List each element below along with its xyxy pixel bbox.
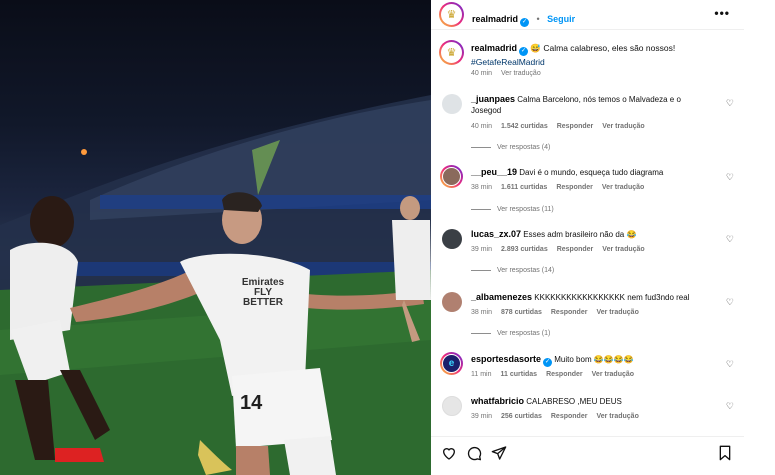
view-replies-button[interactable]: Ver respostas (1) [471,330,550,337]
hashtag-link[interactable]: #GetafeRealMadrid [471,57,545,67]
account-avatar[interactable]: ♛ [439,2,464,27]
comment-meta: 11 min 11 curtidas Responder Ver tradução [471,371,643,378]
caption-avatar[interactable]: ♛ [439,40,464,65]
view-replies-button[interactable]: Ver respostas (4) [471,144,550,151]
reply-button[interactable]: Responder [556,184,593,191]
follow-button[interactable]: Seguir [547,14,575,24]
comment-heart-icon[interactable]: ♡ [726,172,734,183]
comment-meta: 39 min 2.893 curtidas Responder Ver traduçã… [471,246,654,253]
comment-heart-icon[interactable]: ♡ [726,359,734,370]
separator-dot: • [536,14,540,24]
caption-message: Calma calabreso, eles são nossos! [543,43,676,53]
comment-text: Davi é o mundo, esqueça tudo diagrama [519,168,664,177]
caption-translate[interactable]: Ver tradução [501,70,541,77]
translate-button[interactable]: Ver tradução [596,413,638,420]
photo-illustration [0,95,431,475]
comment-likes[interactable]: 878 curtidas [501,309,542,316]
crest-icon: ♛ [446,9,457,21]
heart-icon[interactable] [441,445,457,461]
comment-heart-icon[interactable]: ♡ [726,234,734,245]
comment-meta: 38 min 878 curtidas Responder Ver tradução [471,309,648,316]
commenter-avatar[interactable] [442,229,462,249]
translate-button[interactable]: Ver tradução [592,371,634,378]
comment-likes[interactable]: 256 curtidas [501,413,542,420]
reply-button[interactable]: Responder [557,246,594,253]
jersey-number: 14 [240,392,263,414]
caption-text-block: realmadrid ✓ 😅 Calma calabreso, eles são … [471,42,731,68]
commenter-name[interactable]: whatfabricio [471,396,524,406]
comment-likes[interactable]: 1.542 curtidas [501,123,548,130]
translate-button[interactable]: Ver tradução [602,184,644,191]
commenter-name[interactable]: esportesdasorte [471,354,541,364]
view-replies-button[interactable]: Ver respostas (11) [471,206,554,213]
post-photo[interactable]: Emirates FLY BETTER 14 [0,0,431,475]
comment-meta: 39 min 256 curtidas Responder Ver tradução [471,413,648,420]
comment-icon[interactable] [466,445,482,461]
commenter-avatar[interactable] [440,165,463,188]
comment-heart-icon[interactable]: ♡ [726,98,734,109]
comment-time: 38 min [471,309,493,316]
comment-body: whatfabricio CALABRESO ,MEU DEUS [471,396,711,407]
verified-icon: ✓ [519,47,529,56]
bookmark-icon[interactable] [718,445,732,461]
caption-emoji: 😅 [530,43,541,53]
commenter-avatar[interactable] [442,396,462,416]
verified-icon: ✓ [543,358,553,367]
comment-heart-icon[interactable]: ♡ [726,297,734,308]
comment-time: 38 min [471,184,493,191]
caption-meta: 40 min Ver tradução [471,70,550,77]
commenter-avatar[interactable] [442,292,462,312]
page-margin [744,0,775,475]
header-user-row: realmadrid ✓ • Seguir [472,9,575,27]
jersey-sponsor-text: Emirates FLY BETTER [241,277,285,308]
comment-body: esportesdasorte ✓ Muito bom 😂😂😂😂 [471,354,711,367]
comment-text: Esses adm brasileiro não da 😂 [523,230,637,239]
comment-text: KKKKKKKKKKKKKKKKK nem fud3ndo real [534,293,690,302]
comment-body: __peu__19 Davi é o mundo, esqueça tudo d… [471,167,711,178]
comment-text: Muito bom 😂😂😂😂 [554,355,634,364]
brand-logo-icon: e [442,354,461,373]
caption-time: 40 min [471,70,493,77]
view-replies-button[interactable]: Ver respostas (14) [471,267,554,274]
crest-icon: ♛ [446,47,457,59]
reply-button[interactable]: Responder [557,123,594,130]
translate-button[interactable]: Ver tradução [602,123,644,130]
translate-button[interactable]: Ver tradução [602,246,644,253]
commenter-avatar[interactable]: e [440,352,463,375]
comment-likes[interactable]: 11 curtidas [501,371,538,378]
translate-button[interactable]: Ver tradução [596,309,638,316]
comment-likes[interactable]: 1.611 curtidas [501,184,547,191]
action-bar [431,436,744,475]
commenter-name[interactable]: _albamenezes [471,292,532,302]
comment-time: 40 min [471,123,493,130]
post-header: ♛ realmadrid ✓ • Seguir ••• [431,0,744,30]
comment-time: 39 min [471,413,493,420]
send-icon[interactable] [491,445,507,461]
comment-heart-icon[interactable]: ♡ [726,401,734,412]
reply-button[interactable]: Responder [551,309,588,316]
account-name[interactable]: realmadrid [472,14,518,24]
comment-body: _albamenezes KKKKKKKKKKKKKKKKK nem fud3n… [471,292,711,303]
commenter-avatar[interactable] [442,94,462,114]
comment-likes[interactable]: 2.893 curtidas [501,246,548,253]
caption-user[interactable]: realmadrid [471,43,517,53]
comment-text: CALABRESO ,MEU DEUS [526,397,622,406]
verified-icon: ✓ [520,18,530,27]
reply-button[interactable]: Responder [546,371,583,378]
comment-time: 11 min [471,371,492,378]
more-options-icon[interactable]: ••• [714,6,730,20]
commenter-name[interactable]: lucas_zx.07 [471,229,521,239]
comment-meta: 38 min 1.611 curtidas Responder Ver traduçã… [471,184,653,191]
comment-body: lucas_zx.07 Esses adm brasileiro não da … [471,229,711,240]
comment-meta: 40 min 1.542 curtidas Responder Ver traduçã… [471,123,654,130]
reply-button[interactable]: Responder [551,413,588,420]
comment-time: 39 min [471,246,493,253]
commenter-name[interactable]: __peu__19 [471,167,517,177]
post-sidebar: ♛ realmadrid ✓ • Seguir ••• ♛ realmadrid ✓… [431,0,744,475]
commenter-name[interactable]: _juanpaes [471,94,515,104]
comment-body: _juanpaes Calma Barcelono, nós temos o M… [471,94,711,116]
